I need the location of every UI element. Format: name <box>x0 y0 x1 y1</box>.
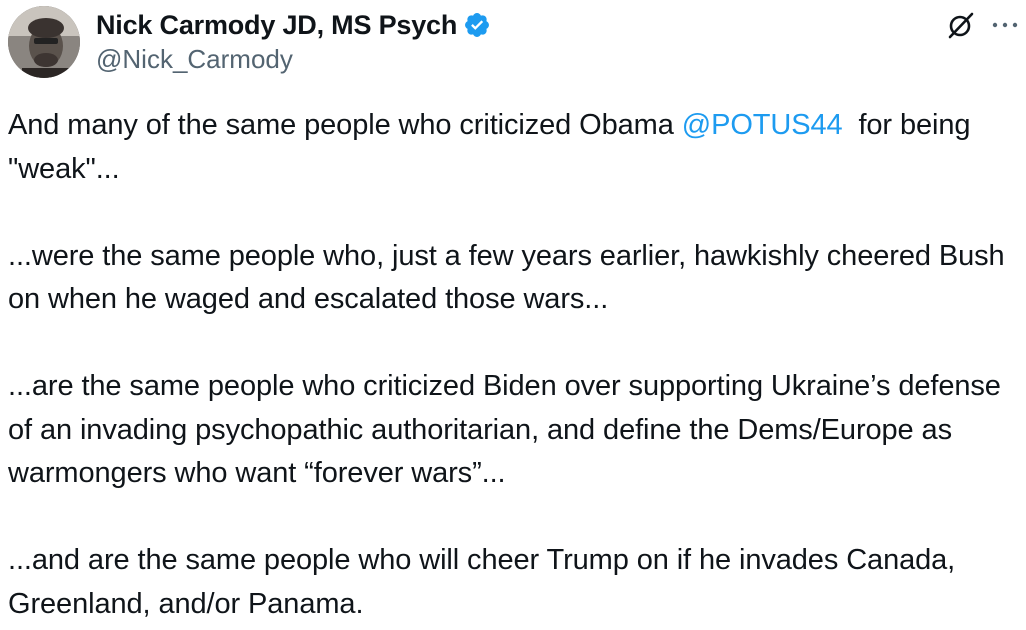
mention-link[interactable]: @POTUS44 <box>682 109 843 141</box>
tweet-text: And many of the same people who criticiz… <box>8 104 1018 626</box>
verified-badge-icon[interactable] <box>463 11 491 39</box>
author-handle[interactable]: @Nick_Carmody <box>96 44 293 75</box>
author-display-name[interactable]: Nick Carmody JD, MS Psych <box>96 10 457 41</box>
tweet-card: Nick Carmody JD, MS Psych @Nick_Carmody … <box>0 0 1026 630</box>
tweet-text-segment: And many of the same people who criticiz… <box>8 109 682 141</box>
more-options-icon[interactable] <box>990 14 1020 36</box>
author-name-row: Nick Carmody JD, MS Psych <box>96 8 491 42</box>
author-avatar[interactable] <box>8 6 80 78</box>
tweet-paragraph: ...are the same people who criticized Bi… <box>8 370 1001 489</box>
tweet-paragraph: And many of the same people who criticiz… <box>8 104 1018 191</box>
tweet-paragraph: ...and are the same people who will chee… <box>8 544 956 620</box>
grok-icon[interactable] <box>946 10 976 40</box>
avatar-image <box>8 6 80 78</box>
tweet-paragraph: ...were the same people who, just a few … <box>8 239 1005 316</box>
